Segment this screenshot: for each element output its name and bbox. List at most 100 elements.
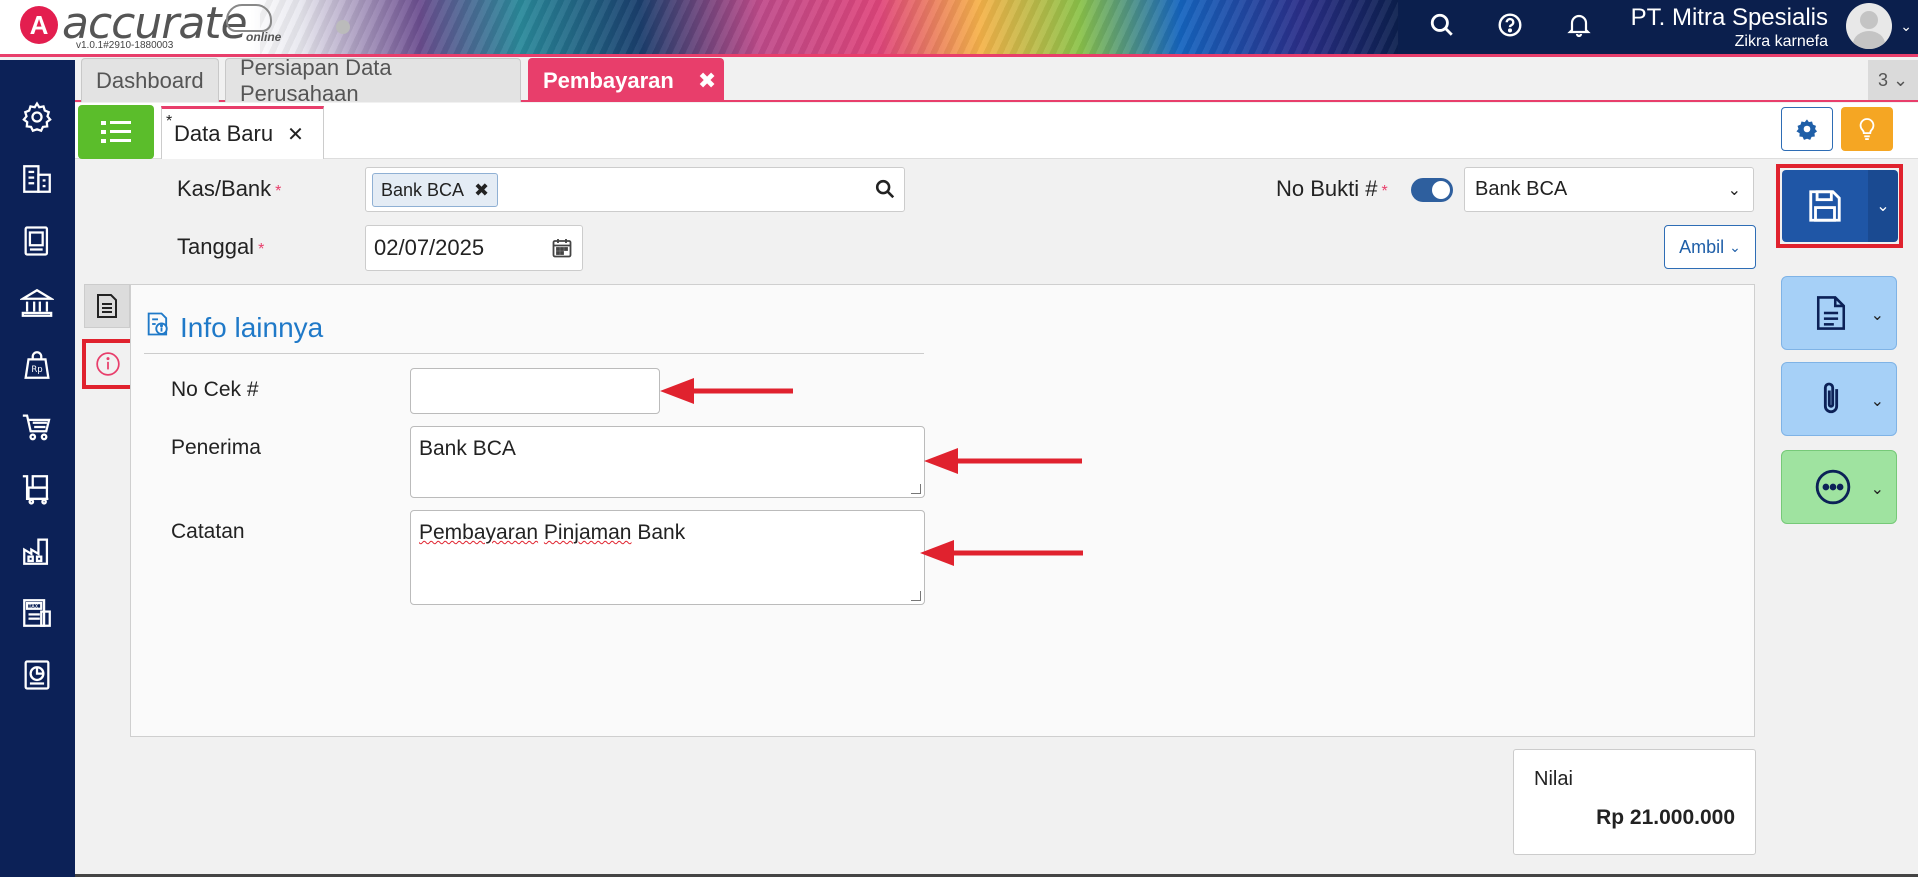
close-icon[interactable]: ✖ (698, 68, 716, 94)
document-icon (1816, 296, 1846, 330)
status-dot (336, 20, 350, 34)
tanggal-label: Tanggal * (177, 234, 265, 259)
no-cek-input[interactable] (410, 368, 660, 414)
tab-count: 3 (1877, 69, 1888, 90)
penerima-label: Penerima (171, 436, 261, 459)
user-name: Zikra karnefa (1734, 33, 1828, 50)
document-toolbar (75, 103, 1918, 159)
tab-label: Persiapan Data Perusahaan (240, 54, 392, 106)
catatan-word: Pembayaran (419, 521, 539, 544)
tab-data-baru[interactable]: * Data Baru ✕ (161, 106, 324, 159)
no-cek-label: No Cek # (171, 378, 259, 401)
resize-handle[interactable] (911, 591, 921, 601)
attachment-button[interactable]: ⌄ (1781, 362, 1897, 436)
save-button[interactable] (1782, 170, 1868, 242)
chevron-down-icon: ⌄ (1870, 481, 1884, 498)
lightbulb-icon (1859, 118, 1875, 140)
doc-tab-label: Data Baru (174, 121, 274, 146)
more-actions-button[interactable]: ⌄ (1781, 450, 1897, 524)
kas-bank-label: Kas/Bank * (177, 176, 282, 201)
inventory-icon[interactable] (18, 470, 56, 508)
resize-handle[interactable] (911, 484, 921, 494)
print-button[interactable]: ⌄ (1781, 276, 1897, 350)
catatan-word: Bank (637, 521, 686, 544)
search-icon[interactable] (1427, 10, 1457, 40)
form-settings-button[interactable] (1781, 107, 1833, 151)
kas-bank-chip: Bank BCA ✖ (372, 173, 499, 207)
sales-bag-icon[interactable]: Rp (18, 346, 56, 384)
remove-chip-icon[interactable]: ✖ (474, 180, 489, 201)
tanggal-input[interactable]: 02/07/2025 (365, 225, 583, 271)
ledger-icon[interactable] (18, 222, 56, 260)
bank-icon[interactable] (18, 284, 56, 322)
no-bukti-select[interactable]: Bank BCA ⌄ (1464, 167, 1754, 212)
info-doc-icon (144, 310, 172, 345)
nilai-summary: Nilai Rp 21.000.000 (1513, 749, 1756, 855)
chevron-down-icon: ⌄ (1870, 307, 1884, 324)
arrow-annotation-icon (920, 540, 1083, 566)
list-icon (101, 121, 131, 143)
catatan-word: Pinjaman (543, 521, 632, 544)
chevron-down-icon: ⌄ (1729, 238, 1741, 255)
arrow-annotation-icon (924, 448, 1082, 474)
more-icon (1815, 469, 1851, 505)
app-version: v1.0.1#2910-1880003 (76, 40, 174, 51)
search-icon[interactable] (874, 178, 896, 205)
logo-mark: A (20, 6, 58, 44)
chevron-down-icon[interactable]: ⌄ (1900, 18, 1912, 35)
tab-persiapan-data[interactable]: Persiapan Data Perusahaan (225, 55, 521, 106)
svg-text:Rp: Rp (31, 365, 42, 375)
info-tab[interactable] (82, 339, 134, 389)
company-icon[interactable] (18, 160, 56, 198)
logo-sub: online (246, 30, 282, 44)
auto-number-toggle[interactable] (1411, 178, 1453, 202)
gear-icon (1796, 119, 1818, 140)
list-view-button[interactable] (78, 105, 154, 159)
ambil-label: Ambil (1679, 236, 1725, 257)
no-bukti-value: Bank BCA (1475, 178, 1568, 200)
report-icon[interactable] (18, 656, 56, 694)
unsaved-indicator: * (166, 113, 173, 130)
settings-icon[interactable] (18, 98, 56, 136)
cart-icon[interactable] (18, 408, 56, 446)
svg-text:TAX: TAX (28, 604, 39, 610)
tab-label: Pembayaran (543, 67, 674, 93)
penerima-value: Bank BCA (419, 437, 516, 460)
divider (144, 353, 924, 354)
factory-icon[interactable] (18, 532, 56, 570)
tab-pembayaran[interactable]: Pembayaran ✖ (528, 58, 724, 102)
tips-button[interactable] (1841, 107, 1893, 151)
tax-icon[interactable]: TAX (18, 594, 56, 632)
avatar[interactable] (1846, 3, 1892, 49)
catatan-textarea[interactable]: Pembayaran Pinjaman Bank (410, 510, 925, 605)
paperclip-icon (1823, 382, 1839, 414)
close-icon[interactable]: ✕ (287, 122, 304, 147)
company-info[interactable]: PT. Mitra Spesialis Zikra karnefa (1631, 4, 1828, 51)
company-name: PT. Mitra Spesialis (1630, 4, 1828, 31)
tab-label: Dashboard (96, 67, 204, 93)
ambil-button[interactable]: Ambil ⌄ (1664, 225, 1756, 269)
tab-count-dropdown[interactable]: 3 ⌄ (1868, 60, 1918, 100)
save-icon (1809, 190, 1841, 222)
chevron-down-icon: ⌄ (1870, 393, 1884, 410)
help-icon[interactable] (1495, 10, 1525, 40)
tab-dashboard[interactable]: Dashboard (81, 58, 219, 102)
info-panel (130, 284, 1755, 737)
calendar-icon[interactable] (552, 238, 572, 264)
catatan-label: Catatan (171, 520, 245, 543)
save-options-button[interactable]: ⌄ (1868, 170, 1898, 242)
tanggal-value: 02/07/2025 (374, 235, 485, 260)
document-icon (97, 294, 117, 318)
info-title-text: Info lainnya (180, 311, 324, 343)
kas-bank-value: Bank BCA (381, 179, 465, 200)
kas-bank-input[interactable]: Bank BCA ✖ (365, 167, 905, 212)
penerima-textarea[interactable]: Bank BCA (410, 426, 925, 498)
no-bukti-label: No Bukti # * (1276, 176, 1388, 201)
nilai-label: Nilai (1534, 768, 1573, 790)
detail-tab[interactable] (84, 284, 130, 328)
arrow-annotation-icon (660, 378, 793, 404)
cloud-icon (226, 4, 272, 32)
chevron-down-icon: ⌄ (1727, 182, 1741, 199)
bell-icon[interactable] (1564, 10, 1594, 40)
nilai-value: Rp 21.000.000 (1596, 806, 1735, 829)
